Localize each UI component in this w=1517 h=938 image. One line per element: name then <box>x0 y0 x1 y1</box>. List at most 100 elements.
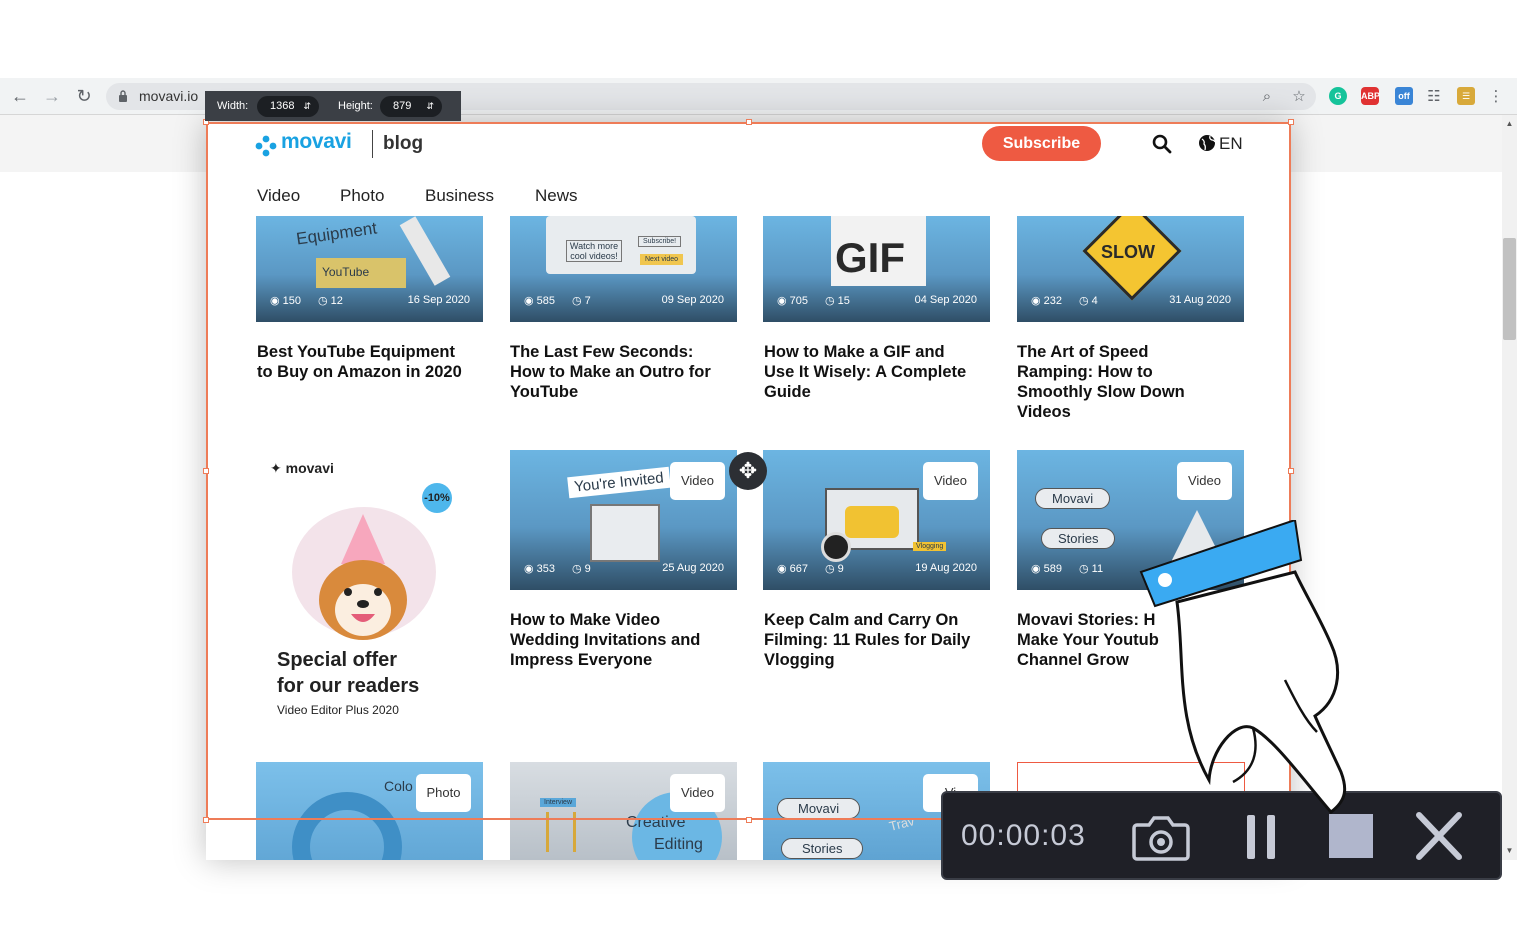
stepper-icon: ⇵ <box>303 101 311 111</box>
read-time: ◷ 4 <box>1079 295 1098 307</box>
promo-title[interactable]: Special offer for our readers <box>277 647 477 699</box>
card-art-text: Watch more cool videos! <box>566 240 622 262</box>
card-meta: ◉ 589 ◷ 11 <box>1017 562 1244 576</box>
card-art-text: Movavi <box>777 798 861 819</box>
card-art-text: Movavi <box>1035 488 1111 509</box>
scroll-down-icon[interactable]: ▼ <box>1503 846 1516 855</box>
card-title[interactable]: The Last Few Seconds: How to Make an Outr… <box>510 342 740 402</box>
card-art-shape <box>399 216 451 286</box>
height-label: Height: <box>338 100 373 112</box>
puzzle-extensions-icon[interactable]: ☷ <box>1424 87 1444 107</box>
resize-handle[interactable] <box>746 817 752 823</box>
close-icon[interactable] <box>1409 809 1469 865</box>
scroll-up-icon[interactable]: ▲ <box>1503 119 1516 128</box>
scrollbar-thumb[interactable] <box>1503 238 1516 340</box>
card-thumbnail[interactable]: Colo Photo <box>256 762 483 860</box>
category-badge[interactable]: Photo <box>416 774 471 812</box>
read-time: ◷ 12 <box>318 295 343 307</box>
bookmark-star-icon[interactable]: ☆ <box>1289 87 1309 107</box>
card-thumbnail[interactable]: Vlogging Video ◉ 667 ◷ 9 19 Aug 2020 <box>763 450 990 590</box>
post-date: 31 Aug 2020 <box>1169 294 1231 306</box>
views-count: ◉ 353 <box>524 563 556 575</box>
menu-item-business[interactable]: Business <box>425 186 494 206</box>
card-thumbnail[interactable]: Watch more cool videos! Subscribe! Next v… <box>510 216 737 322</box>
views-count: ◉ 667 <box>777 563 809 575</box>
search-icon[interactable] <box>1152 134 1172 154</box>
reload-button[interactable]: ↻ <box>73 85 95 107</box>
menu-item-news[interactable]: News <box>535 186 578 206</box>
post-date: 09 Sep 2020 <box>661 294 724 306</box>
card-title[interactable]: How to Make Video Wedding Invitations and… <box>510 610 740 670</box>
card-meta: ◉ 705 ◷ 15 04 Sep 2020 <box>763 294 990 308</box>
read-time: ◷ 11 <box>1079 563 1104 575</box>
card-art-text: YouTube <box>316 258 406 288</box>
brand-logo-text[interactable]: movavi <box>281 130 352 154</box>
director-chair-icon <box>546 812 576 852</box>
pause-icon[interactable] <box>1231 809 1291 865</box>
card-meta: ◉ 150 ◷ 12 16 Sep 2020 <box>256 294 483 308</box>
card-thumbnail[interactable]: Equipment YouTube ◉ 150 ◷ 12 16 Sep 2020 <box>256 216 483 322</box>
read-time: ◷ 15 <box>825 295 850 307</box>
card-thumbnail[interactable]: You're Invited Video ◉ 353 ◷ 9 25 Aug 2020 <box>510 450 737 590</box>
hamburger-extension-icon[interactable]: ☰ <box>1457 87 1475 105</box>
url-text: movavi.io <box>139 88 199 104</box>
card-meta: ◉ 232 ◷ 4 31 Aug 2020 <box>1017 294 1244 308</box>
resize-handle[interactable] <box>1288 119 1294 125</box>
card-title[interactable]: Movavi Stories: H Make Your Youtub Channel… <box>1017 610 1247 670</box>
zoom-icon[interactable]: ⌕ <box>1257 87 1277 107</box>
read-time: ◷ 9 <box>825 563 844 575</box>
post-date: 04 Sep 2020 <box>914 294 977 306</box>
move-icon[interactable]: ✥ <box>729 452 767 490</box>
resize-handle[interactable] <box>1288 468 1294 474</box>
card-thumbnail[interactable]: Creative Editing Interview Video <box>510 762 737 860</box>
category-badge[interactable]: Video <box>670 774 725 812</box>
extension-off-icon[interactable]: off <box>1395 87 1413 105</box>
card-thumbnail[interactable]: SLOW ◉ 232 ◷ 4 31 Aug 2020 <box>1017 216 1244 322</box>
card-art-text: Creative Editing <box>626 814 703 853</box>
adblock-extension-icon[interactable]: ABP <box>1361 87 1380 105</box>
forward-button[interactable]: → <box>41 85 63 107</box>
card-title[interactable]: How to Make a GIF and Use It Wisely: A Co… <box>764 342 994 402</box>
screenshot-camera-icon[interactable] <box>1131 809 1191 865</box>
card-art-text: You're Invited <box>567 466 671 499</box>
card-art-text: Stories <box>1041 528 1116 549</box>
card-thumbnail[interactable]: Movavi Stories Video ◉ 589 ◷ 11 <box>1017 450 1244 590</box>
card-art-text: Vlogging <box>913 542 947 551</box>
back-button[interactable]: ← <box>9 85 31 107</box>
category-badge[interactable]: Video <box>1177 462 1232 500</box>
capture-size-panel: Width: 1368 ⇵ Height: 879 ⇵ <box>205 91 461 121</box>
card-art-text: Stories <box>781 838 864 859</box>
width-label: Width: <box>217 100 249 112</box>
subscribe-button[interactable]: Subscribe <box>982 126 1101 161</box>
recording-timer: 00:00:03 <box>961 819 1086 852</box>
promo-brand: ✦ movavi <box>270 460 334 476</box>
card-meta: ◉ 585 ◷ 7 09 Sep 2020 <box>510 294 737 308</box>
views-count: ◉ 232 <box>1031 295 1063 307</box>
views-count: ◉ 589 <box>1031 563 1063 575</box>
resize-handle[interactable] <box>203 468 209 474</box>
language-switch[interactable]: EN <box>1198 134 1243 154</box>
dog-illustration-icon[interactable] <box>303 514 423 642</box>
width-input[interactable]: 1368 ⇵ <box>257 96 319 117</box>
card-meta: ◉ 353 ◷ 9 25 Aug 2020 <box>510 562 737 576</box>
post-date: 19 Aug 2020 <box>915 562 977 574</box>
stop-icon[interactable] <box>1321 809 1381 865</box>
card-thumbnail[interactable]: GIF ◉ 705 ◷ 15 04 Sep 2020 <box>763 216 990 322</box>
resize-handle[interactable] <box>203 817 209 823</box>
grammarly-extension-icon[interactable]: G <box>1329 87 1347 105</box>
blog-label[interactable]: blog <box>383 133 423 155</box>
card-art-text: Trav <box>887 813 916 834</box>
menu-item-video[interactable]: Video <box>257 186 300 206</box>
menu-item-photo[interactable]: Photo <box>340 186 384 206</box>
category-badge[interactable]: Video <box>923 462 978 500</box>
card-title[interactable]: Best YouTube Equipment to Buy on Amazon i… <box>257 342 487 382</box>
card-title[interactable]: The Art of Speed Ramping: How to Smoothly … <box>1017 342 1247 422</box>
card-art-text: Next video <box>640 254 684 265</box>
card-title[interactable]: Keep Calm and Carry On Filming: 11 Rules … <box>764 610 994 670</box>
scrollbar-track[interactable] <box>1502 115 1517 860</box>
discount-badge: -10% <box>422 483 452 513</box>
category-badge[interactable]: Video <box>670 462 725 500</box>
resize-handle[interactable] <box>746 119 752 125</box>
kebab-menu-icon[interactable]: ⋮ <box>1486 87 1506 107</box>
height-input[interactable]: 879 ⇵ <box>380 96 442 117</box>
